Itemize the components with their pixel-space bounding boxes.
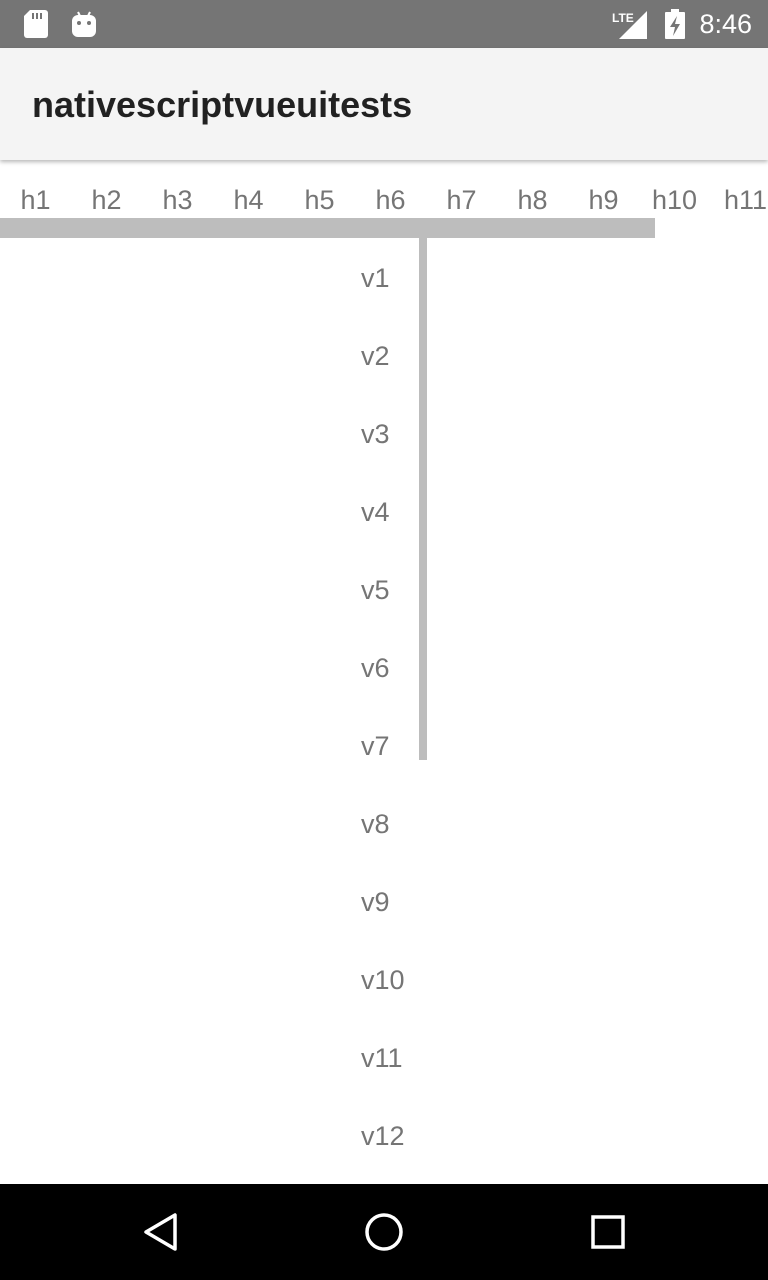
vertical-list-item[interactable]: v5	[0, 550, 768, 628]
status-bar: LTE 8:46	[0, 0, 768, 48]
action-bar: nativescriptvueuitests	[0, 48, 768, 160]
sd-card-icon	[24, 10, 48, 38]
vertical-list-item[interactable]: v11	[0, 1018, 768, 1096]
horizontal-list-item[interactable]: h3	[142, 160, 213, 218]
vertical-list-item[interactable]: v10	[0, 940, 768, 1018]
horizontal-scrollbar[interactable]	[0, 218, 655, 238]
vertical-scrollbar[interactable]	[419, 238, 427, 760]
horizontal-list-item[interactable]: h8	[497, 160, 568, 218]
lte-signal-icon: LTE	[612, 11, 647, 39]
recents-icon[interactable]	[588, 1212, 628, 1252]
horizontal-list-item[interactable]: h10	[639, 160, 710, 218]
horizontal-list-item[interactable]: h4	[213, 160, 284, 218]
vertical-list-item[interactable]: v12	[0, 1096, 768, 1174]
horizontal-list: h1 h2 h3 h4 h5 h6 h7 h8 h9 h10 h11	[0, 160, 768, 218]
vertical-list[interactable]: v1 v2 v3 v4 v5 v6 v7 v8 v9 v10 v11 v12	[0, 238, 768, 1174]
vertical-list-item[interactable]: v1	[0, 238, 768, 316]
horizontal-list-item[interactable]: h7	[426, 160, 497, 218]
svg-text:LTE: LTE	[612, 11, 634, 25]
horizontal-list-item[interactable]: h5	[284, 160, 355, 218]
status-time: 8:46	[699, 9, 752, 39]
vertical-list-item[interactable]: v3	[0, 394, 768, 472]
horizontal-list-item[interactable]: h2	[71, 160, 142, 218]
horizontal-list-item[interactable]: h6	[355, 160, 426, 218]
vertical-list-item[interactable]: v9	[0, 862, 768, 940]
vertical-list-item[interactable]: v8	[0, 784, 768, 862]
android-icon	[72, 11, 96, 37]
page-title: nativescriptvueuitests	[32, 84, 413, 125]
vertical-list-item[interactable]: v4	[0, 472, 768, 550]
vertical-list-item[interactable]: v2	[0, 316, 768, 394]
horizontal-list-item[interactable]: h9	[568, 160, 639, 218]
vertical-list-item[interactable]: v7	[0, 706, 768, 784]
home-icon[interactable]	[364, 1212, 404, 1252]
battery-charging-icon	[665, 9, 685, 39]
vertical-list-item[interactable]: v6	[0, 628, 768, 706]
back-icon[interactable]	[141, 1212, 181, 1252]
horizontal-list-item[interactable]: h1	[0, 160, 71, 218]
navigation-bar	[0, 1184, 768, 1280]
horizontal-list-item[interactable]: h11	[710, 160, 768, 218]
